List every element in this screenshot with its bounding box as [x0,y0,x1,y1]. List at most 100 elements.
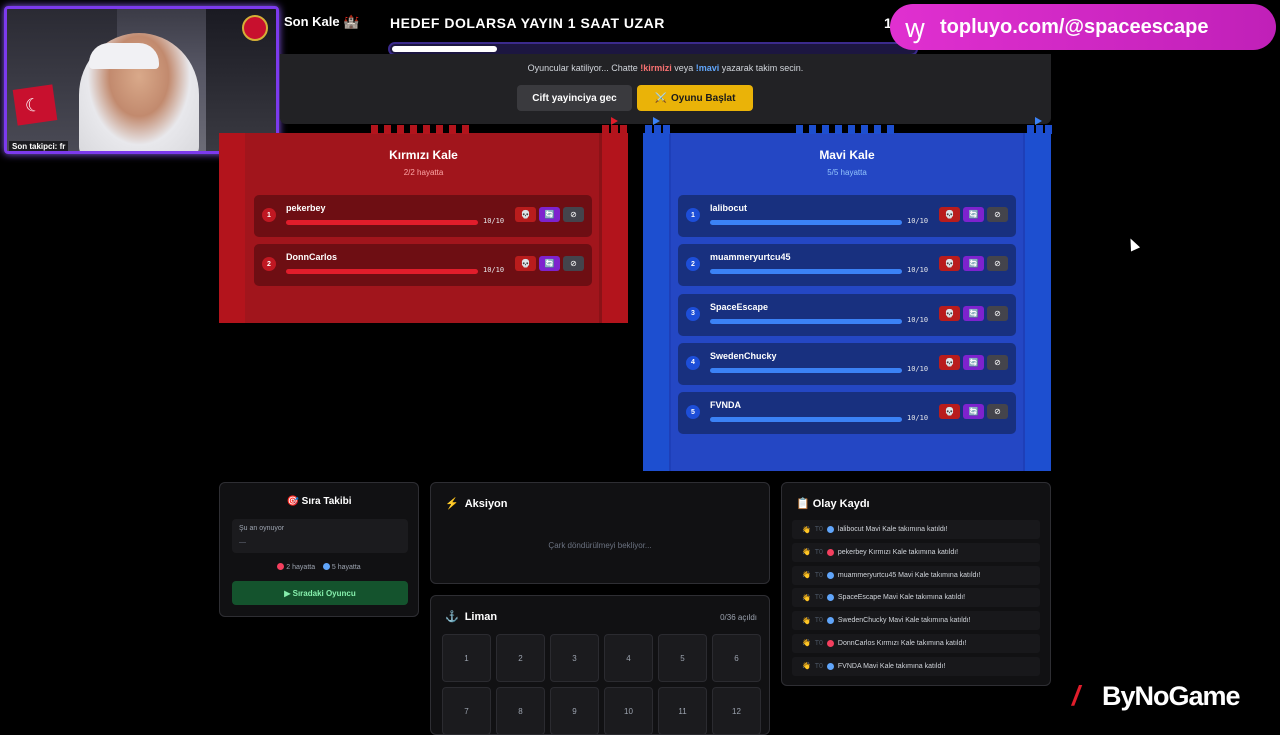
castle-crenel [654,125,661,134]
player-row: 2 DonnCarlos 10/10 💀 🔄 ⊘ [254,244,592,287]
red-castle-title: Kırmızı Kale [389,148,458,162]
player-health-bar [710,220,902,225]
player-name: FVNDA [710,400,741,411]
harbor-cell[interactable]: 8 [496,687,545,735]
kill-button[interactable]: 💀 [515,256,536,272]
emblem-icon [242,15,268,41]
log-entry: 👋 T0 muammeryurtcu45 Mavi Kale takımına ka… [792,565,1040,585]
castle-crenel [1027,125,1034,134]
kill-button[interactable]: 💀 [939,354,960,370]
blue-castle-status: 5/5 hayatta [827,168,867,177]
castle-crenel [397,125,404,134]
remove-button[interactable]: ⊘ [563,256,584,272]
blue-castle-title: Mavi Kale [819,148,875,162]
remove-button[interactable]: ⊘ [987,354,1008,370]
app-title: Son Kale 🏰 [284,14,360,29]
swords-icon: ⚔️ [654,92,667,104]
remove-button[interactable]: ⊘ [563,207,584,222]
alive-summary: 2 hayatta 5 hayatta [220,563,418,571]
castle-crenel [620,125,627,134]
anchor-icon: ⚓ [445,611,459,623]
player-health-text: 10/10 [483,266,505,275]
harbor-cell[interactable]: 7 [442,687,491,735]
harbor-cell[interactable]: 5 [658,634,707,682]
kill-button[interactable]: 💀 [939,404,960,420]
red-castle-status: 2/2 hayatta [403,168,444,177]
log-time: T0 [814,594,823,602]
castle-flag-icon [611,117,618,125]
wave-hand-icon: 👋 [802,640,811,648]
wave-hand-icon: 👋 [802,663,811,671]
remove-button[interactable]: ⊘ [987,305,1008,321]
kill-button[interactable]: 💀 [939,305,960,321]
harbor-cell[interactable]: 2 [496,634,545,682]
harbor-cell[interactable]: 11 [658,687,707,735]
log-entry: 👋 T0 FVNDA Mavi Kale takımına katıldı! [792,656,1040,676]
goal-progress-fill [392,46,498,52]
kill-button[interactable]: 💀 [515,207,536,222]
remove-button[interactable]: ⊘ [987,256,1008,272]
castle-crenel [848,125,855,134]
castle-flag-icon [1035,117,1042,125]
swap-team-button[interactable]: 🔄 [963,207,984,222]
goal-banner: HEDEF DOLARSA YAYIN 1 SAAT UZAR [390,15,665,31]
swap-team-button[interactable]: 🔄 [539,256,560,272]
swap-team-button[interactable]: 🔄 [963,354,984,370]
castle-crenel [384,125,391,134]
castle-crenel [1036,125,1043,134]
harbor-cell[interactable]: 12 [712,687,761,735]
castle-crenel [796,125,803,134]
castle-crenel [423,125,430,134]
castle-crenel [1045,125,1052,134]
team-dot-icon [826,571,834,579]
red-dot-icon [277,563,285,570]
remove-button[interactable]: ⊘ [987,207,1008,222]
kill-button[interactable]: 💀 [939,256,960,272]
player-number: 5 [686,405,700,420]
bynogame-wordmark: ByNoGame [1102,680,1241,711]
mouse-cursor-icon [1125,236,1141,252]
log-message: FVNDA Mavi Kale takımına katıldı! [837,662,946,670]
team-dot-icon [826,548,834,556]
harbor-cell[interactable]: 6 [712,634,761,682]
player-name: pekerbey [286,203,326,213]
player-number: 3 [686,306,700,321]
control-panel: Oyuncular katiliyor... Chatte !kirmizi v… [280,54,1051,124]
harbor-count: 0/36 açıldı [720,613,757,622]
castle-tower [602,133,628,323]
now-playing-label: Şu an oynuyor [239,525,285,532]
castle-crenel [809,125,816,134]
turn-tracker-panel: 🎯 Sıra Takibi Şu an oynuyor — 2 hayatta … [219,482,419,617]
team-dot-icon [826,617,834,625]
castle-crenel [611,125,618,134]
swap-team-button[interactable]: 🔄 [963,256,984,272]
player-name: SpaceEscape [710,301,769,312]
dual-streamer-button[interactable]: Cift yayinciya gec [517,85,632,111]
swap-team-button[interactable]: 🔄 [963,305,984,321]
harbor-panel: ⚓ Liman 0/36 açıldı 1 2 3 4 5 6 7 8 9 10 11 12 [430,595,770,735]
remove-button[interactable]: ⊘ [987,404,1008,420]
log-time: T0 [814,662,823,670]
wave-hand-icon: 👋 [802,549,811,557]
turn-tracker-title: 🎯 Sıra Takibi [286,496,352,507]
swap-team-button[interactable]: 🔄 [963,404,984,420]
castle-crenel [861,125,868,134]
harbor-cell[interactable]: 3 [550,634,599,682]
player-health-text: 10/10 [907,217,929,225]
harbor-cell[interactable]: 1 [442,634,491,682]
castle-tower [643,133,669,471]
harbor-cell[interactable]: 9 [550,687,599,735]
player-number: 1 [262,208,276,222]
start-game-button[interactable]: ⚔️ Oyunu Başlat [637,85,753,111]
team-dot-icon [826,526,834,533]
harbor-cell[interactable]: 10 [604,687,653,735]
action-title: Aksiyon [464,498,508,510]
kill-button[interactable]: 💀 [939,207,960,222]
blue-dot-icon [322,563,330,570]
tiktok-icon: ꝡ [904,13,926,43]
swap-team-button[interactable]: 🔄 [539,207,560,222]
next-player-button[interactable]: ▶ Sıradaki Oyuncu [232,581,408,605]
harbor-cell[interactable]: 4 [604,634,653,682]
player-health-text: 10/10 [907,315,929,324]
now-playing-box: Şu an oynuyor — [232,519,408,553]
